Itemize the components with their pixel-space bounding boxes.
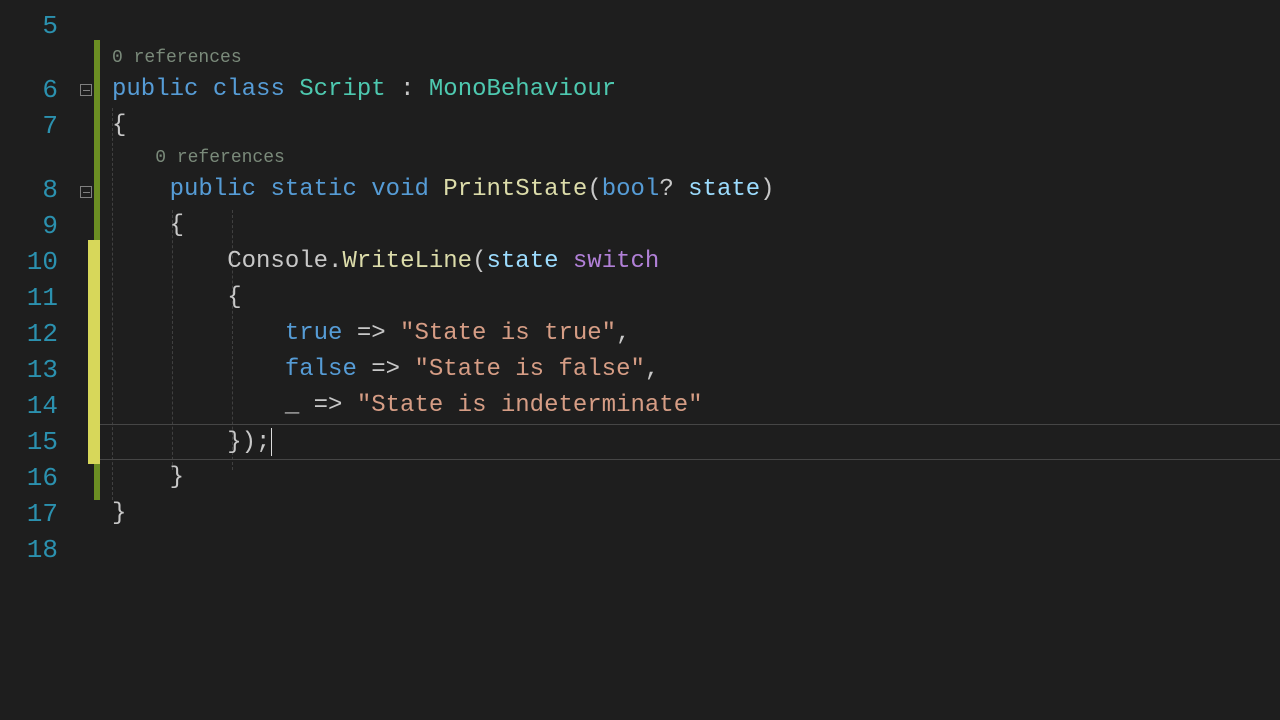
line-number: 10 [0, 244, 70, 280]
codelens-references[interactable]: 0 references [100, 44, 1280, 72]
codelens-references[interactable]: 0 references [100, 144, 1280, 172]
code-line-16[interactable]: } [100, 460, 1280, 496]
line-number: 7 [0, 108, 70, 144]
line-number: 13 [0, 352, 70, 388]
codelens-spacer [0, 144, 70, 172]
line-number: 12 [0, 316, 70, 352]
code-line-14[interactable]: _ => "State is indeterminate" [100, 388, 1280, 424]
code-text-area[interactable]: 0 references public class Script : MonoB… [100, 0, 1280, 720]
line-number: 9 [0, 208, 70, 244]
line-number: 8 [0, 172, 70, 208]
line-number: 17 [0, 496, 70, 532]
code-line-5[interactable] [100, 8, 1280, 44]
code-line-15-current[interactable]: }); [100, 424, 1280, 460]
line-number-gutter: 5 6 7 8 9 10 11 12 13 14 15 16 17 18 [0, 0, 70, 720]
line-number: 5 [0, 8, 70, 44]
code-line-10[interactable]: Console.WriteLine(state switch [100, 244, 1280, 280]
code-line-6[interactable]: public class Script : MonoBehaviour [100, 72, 1280, 108]
code-line-9[interactable]: { [100, 208, 1280, 244]
line-number: 15 [0, 424, 70, 460]
line-number: 14 [0, 388, 70, 424]
codelens-spacer [0, 44, 70, 72]
fold-button[interactable] [80, 84, 92, 96]
line-number: 18 [0, 532, 70, 568]
line-number: 6 [0, 72, 70, 108]
code-editor[interactable]: 5 6 7 8 9 10 11 12 13 14 15 16 17 18 0 r… [0, 0, 1280, 720]
change-indicator-yellow [88, 240, 100, 464]
code-line-7[interactable]: { [100, 108, 1280, 144]
code-line-18[interactable] [100, 532, 1280, 568]
code-line-8[interactable]: public static void PrintState(bool? stat… [100, 172, 1280, 208]
code-line-11[interactable]: { [100, 280, 1280, 316]
code-line-12[interactable]: true => "State is true", [100, 316, 1280, 352]
line-number: 16 [0, 460, 70, 496]
code-line-13[interactable]: false => "State is false", [100, 352, 1280, 388]
change-margin [70, 0, 100, 720]
code-line-17[interactable]: } [100, 496, 1280, 532]
line-number: 11 [0, 280, 70, 316]
text-caret [271, 428, 272, 456]
fold-button[interactable] [80, 186, 92, 198]
